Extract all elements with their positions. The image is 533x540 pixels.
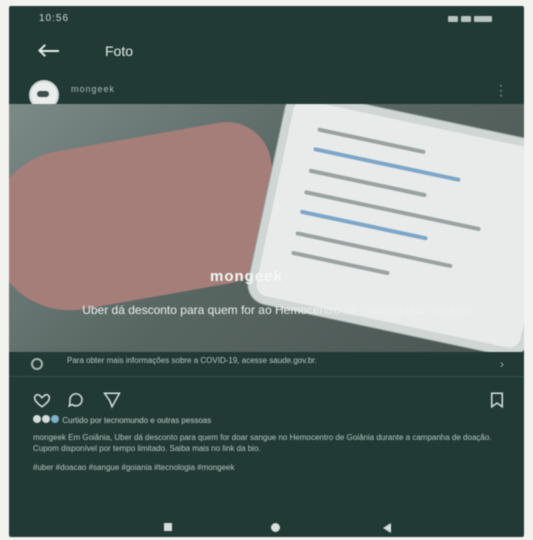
description-text: mongeek Em Goiânia, Uber dá desconto par… bbox=[33, 433, 492, 453]
description-hashtags[interactable]: #uber #doacao #sangue #goiania #tecnolog… bbox=[33, 462, 503, 473]
liked-by-text: Curtido por tecnomundo e outras pessoas bbox=[62, 416, 212, 425]
liked-avatar bbox=[33, 415, 41, 423]
app-bar: Foto bbox=[9, 36, 524, 66]
phone-screen-row bbox=[308, 168, 427, 198]
photo-caption: Uber dá desconto para quem for ao Hemoce… bbox=[82, 303, 472, 317]
recent-apps-button[interactable] bbox=[164, 523, 172, 531]
page-title: Foto bbox=[105, 43, 134, 59]
status-time: 10:56 bbox=[39, 13, 70, 24]
info-banner-text: Para obter mais informações sobre a COVI… bbox=[67, 356, 317, 365]
photo-brand-logo: mongeek bbox=[210, 268, 283, 285]
info-icon bbox=[31, 358, 43, 370]
liked-by[interactable]: Curtido por tecnomundo e outras pessoas bbox=[33, 415, 211, 425]
phone-screen-row bbox=[304, 190, 481, 232]
more-options-icon[interactable]: ⋮ bbox=[494, 82, 508, 99]
share-icon[interactable] bbox=[103, 391, 121, 409]
like-icon[interactable] bbox=[33, 391, 51, 409]
phone-screen: 10:56 Foto mongeek ⋮ mongeek Uber dá des… bbox=[9, 6, 524, 537]
post-username[interactable]: mongeek bbox=[71, 84, 115, 94]
back-arrow-icon[interactable] bbox=[39, 44, 63, 58]
android-navigation-bar bbox=[9, 516, 524, 537]
chevron-right-icon: › bbox=[500, 357, 504, 371]
home-button[interactable] bbox=[271, 523, 280, 532]
phone-screen-row bbox=[291, 250, 390, 276]
bookmark-icon[interactable] bbox=[488, 391, 506, 409]
covid-info-banner[interactable]: Para obter mais informações sobre a COVI… bbox=[9, 352, 524, 377]
liked-avatar bbox=[42, 415, 50, 423]
post-description: mongeek Em Goiânia, Uber dá desconto par… bbox=[33, 432, 503, 473]
status-bar: 10:56 bbox=[9, 6, 524, 32]
back-button[interactable] bbox=[383, 523, 391, 533]
phone-screen-row bbox=[295, 231, 453, 269]
comment-icon[interactable] bbox=[67, 391, 85, 409]
post-actions bbox=[9, 388, 524, 412]
liked-avatar bbox=[51, 415, 59, 423]
post-photo[interactable]: mongeek Uber dá desconto para quem for a… bbox=[9, 104, 524, 352]
status-icons bbox=[448, 14, 500, 22]
